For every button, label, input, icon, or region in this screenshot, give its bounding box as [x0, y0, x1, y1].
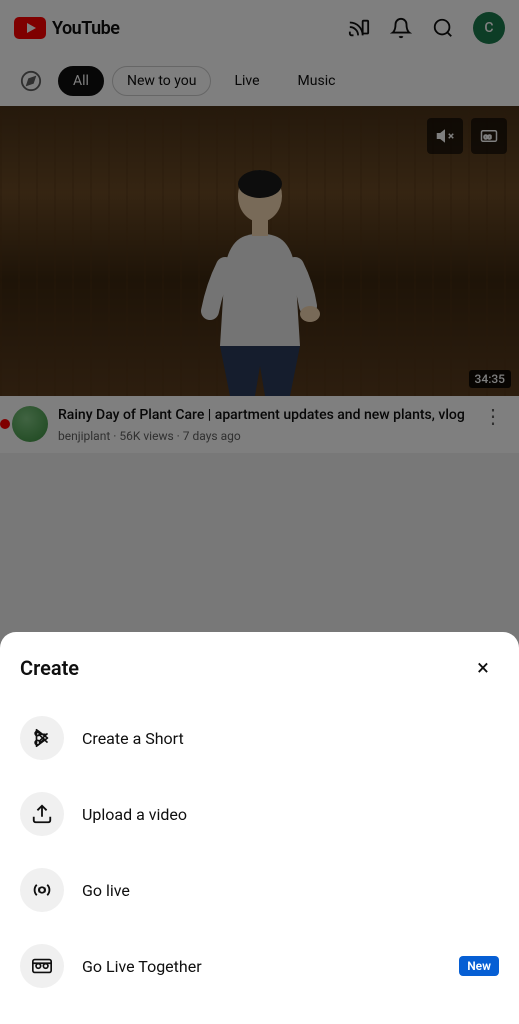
create-short-label: Create a Short	[82, 729, 499, 748]
upload-video-item[interactable]: Upload a video	[0, 776, 519, 852]
upload-video-label: Upload a video	[82, 805, 499, 824]
go-live-together-icon	[20, 944, 64, 988]
create-short-icon	[20, 716, 64, 760]
go-live-together-item[interactable]: Go Live Together New	[0, 928, 519, 1004]
sheet-header: Create ×	[0, 652, 519, 700]
create-bottom-sheet: Create × Create a Short	[0, 632, 519, 1024]
create-short-item[interactable]: Create a Short	[0, 700, 519, 776]
go-live-icon	[20, 868, 64, 912]
go-live-label: Go live	[82, 881, 499, 900]
go-live-item[interactable]: Go live	[0, 852, 519, 928]
new-badge: New	[459, 956, 499, 976]
go-live-together-label: Go Live Together	[82, 957, 441, 976]
close-button[interactable]: ×	[467, 652, 499, 684]
upload-video-icon	[20, 792, 64, 836]
sheet-title: Create	[20, 656, 79, 680]
